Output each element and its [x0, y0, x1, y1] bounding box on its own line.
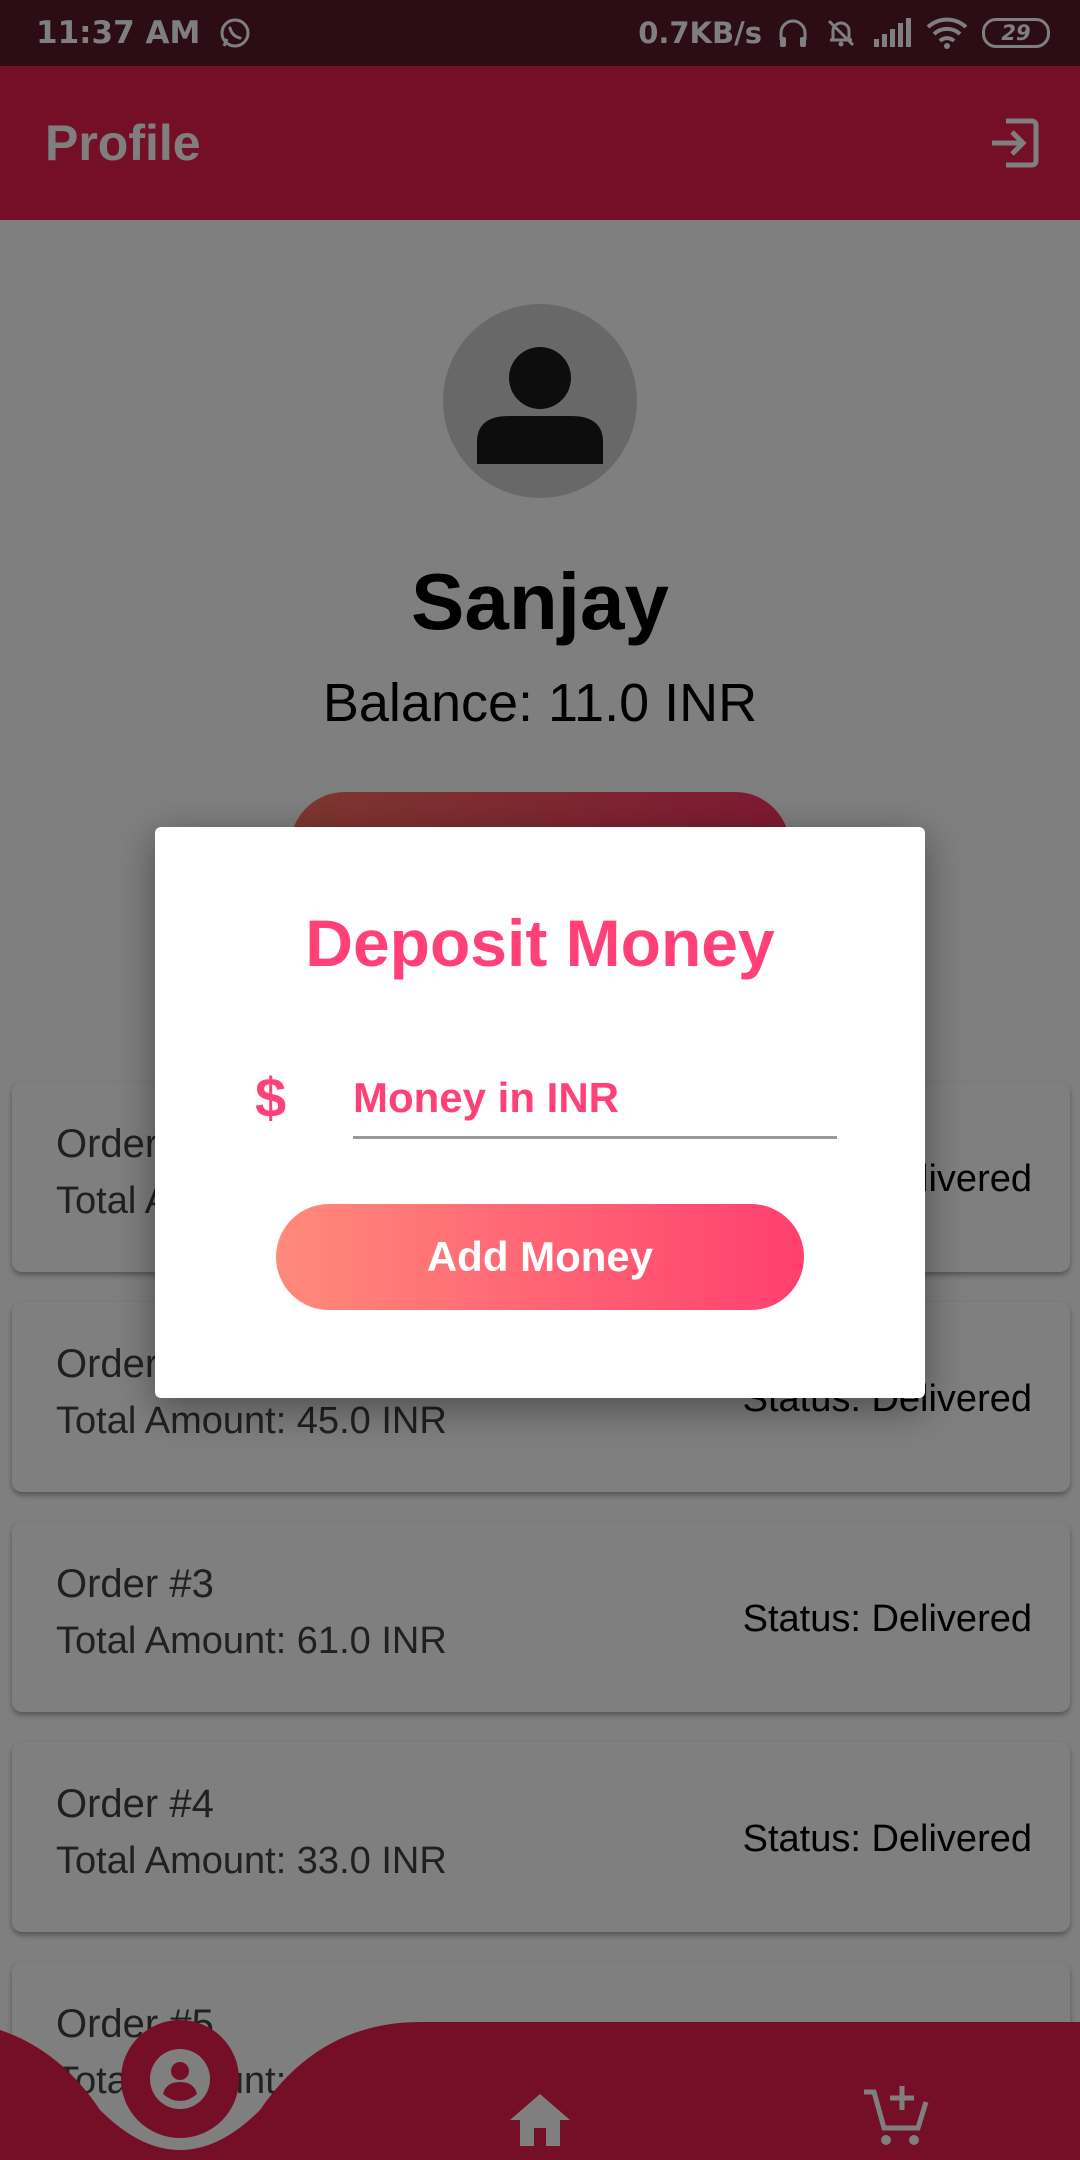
deposit-dialog: Deposit Money $ Add Money	[155, 827, 925, 1398]
dialog-title: Deposit Money	[305, 906, 775, 980]
add-money-button[interactable]: Add Money	[276, 1204, 804, 1310]
dollar-icon: $	[255, 1066, 287, 1129]
money-input[interactable]	[353, 1059, 837, 1139]
